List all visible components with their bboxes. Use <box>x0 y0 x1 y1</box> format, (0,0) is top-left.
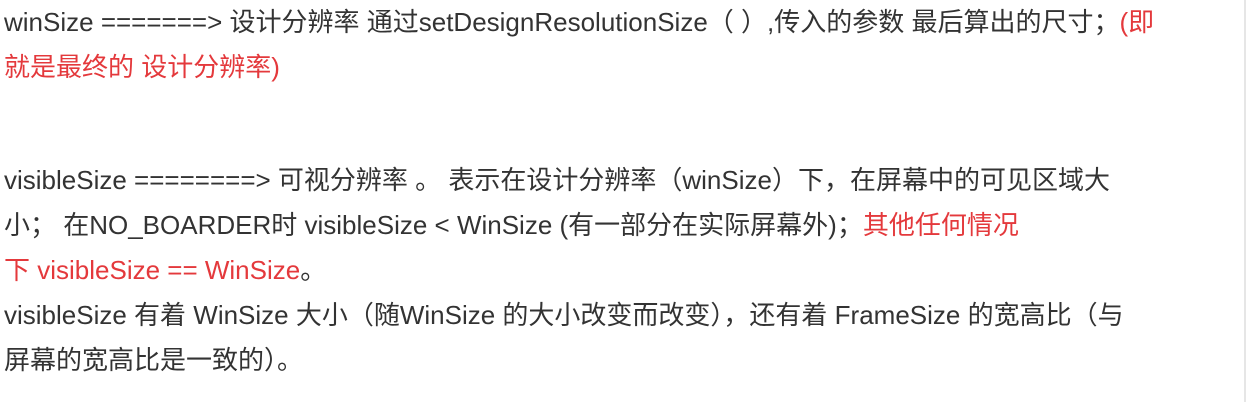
aspect-ratio-line-1: visibleSize 有着 WinSize 大小（随WinSize 的大小改变… <box>4 300 1124 330</box>
visiblesize-other-cases-end: 下 visibleSize == WinSize <box>4 255 301 285</box>
visiblesize-period: 。 <box>300 255 327 285</box>
aspect-ratio-line-2: 屏幕的宽高比是一致的）。 <box>4 345 304 375</box>
visiblesize-other-cases-start: 其他任何情况 <box>862 210 1019 240</box>
visiblesize-paragraph: visibleSize ========> 可视分辨率 。 表示在设计分辨率（w… <box>4 158 1214 293</box>
visiblesize-noborder-text: 小； 在NO_BOARDER时 visibleSize < WinSize (有… <box>4 210 863 240</box>
winsize-note-end: 就是最终的 设计分辨率) <box>4 52 280 82</box>
visiblesize-description: visibleSize ========> 可视分辨率 。 表示在设计分辨率（w… <box>4 165 1110 195</box>
aspect-ratio-paragraph: visibleSize 有着 WinSize 大小（随WinSize 的大小改变… <box>4 293 1240 383</box>
winsize-description: winSize =======> 设计分辨率 通过setDesignResolu… <box>4 7 1120 37</box>
winsize-paragraph: winSize =======> 设计分辨率 通过setDesignResolu… <box>4 0 1240 90</box>
winsize-note-start: (即 <box>1119 7 1155 37</box>
